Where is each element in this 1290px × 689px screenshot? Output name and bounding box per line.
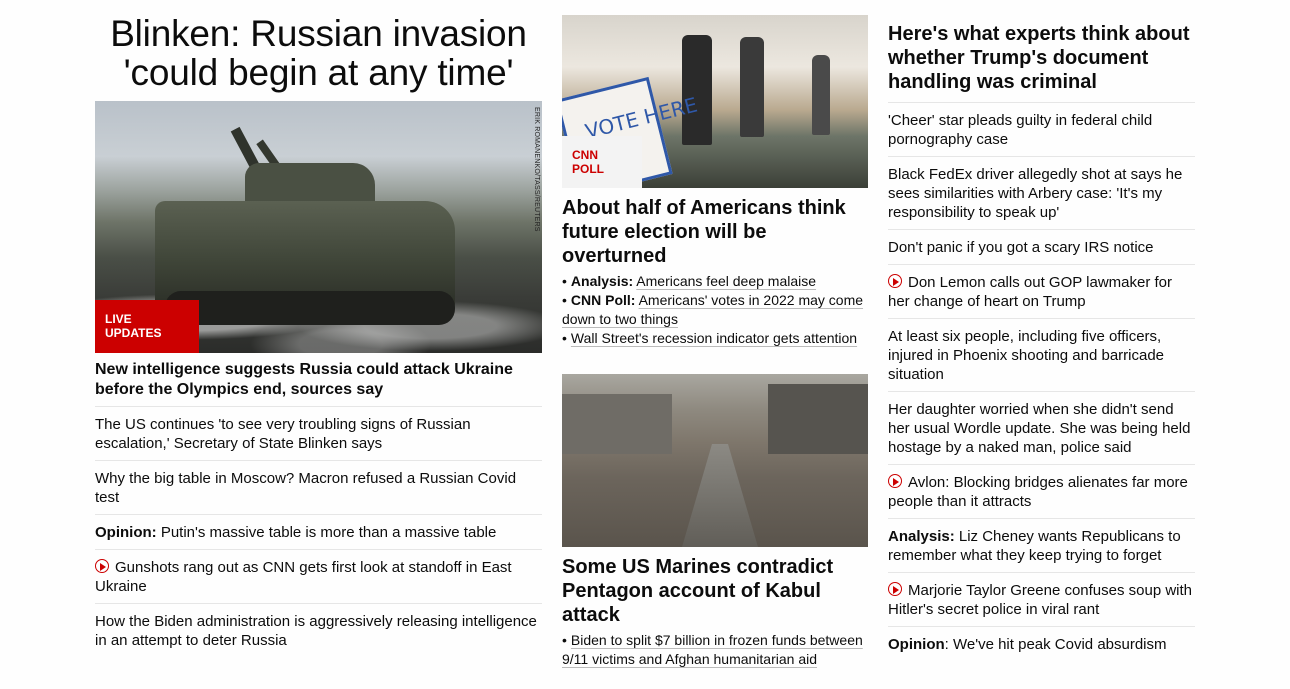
right-top-headline[interactable]: Here's what experts think about whether … [888,22,1195,103]
kabul-bullets: • Biden to split $7 billion in frozen fun… [562,631,868,669]
list-item[interactable]: Avlon: Blocking bridges alienates far mo… [888,465,1195,519]
list-item-text: Why the big table in Moscow? Macron refu… [95,470,517,506]
list-item[interactable]: Marjorie Taylor Greene confuses soup wit… [888,573,1195,627]
list-item-text: Gunshots rang out as CNN gets first look… [95,559,512,595]
list-item[interactable]: The US continues 'to see very troubling … [95,406,542,461]
list-item[interactable]: Opinion: We've hit peak Covid absurdism [888,627,1195,661]
list-item-text: Don Lemon calls out GOP lawmaker for her… [888,274,1173,310]
list-item-text: Marjorie Taylor Greene confuses soup wit… [888,582,1193,618]
building-right [768,384,868,454]
voter-silhouette [682,35,712,145]
middle-column: VOTE HERE CNN POLL About half of America… [562,0,868,669]
poll-image-voters[interactable]: VOTE HERE CNN POLL [562,15,868,188]
cnn-poll-badge[interactable]: CNN POLL [562,136,642,188]
play-circle-icon [888,474,902,488]
bullet-link[interactable]: Biden to split $7 billion in frozen fund… [562,632,863,667]
list-item[interactable]: At least six people, including five offi… [888,319,1195,392]
bullet-item[interactable]: • Analysis: Americans feel deep malaise [562,272,868,291]
play-circle-icon [888,582,902,596]
poll-bullets: • Analysis: Americans feel deep malaise •… [562,272,868,348]
list-item[interactable]: Why the big table in Moscow? Macron refu… [95,461,542,515]
list-item-text: Putin's massive table is more than a mas… [156,524,497,541]
canal [680,444,760,547]
voter-silhouette [740,37,764,137]
list-item-text: Black FedEx driver allegedly shot at say… [888,166,1183,221]
bullet-label: CNN Poll: [570,292,636,308]
list-item[interactable]: Black FedEx driver allegedly shot at say… [888,157,1195,230]
list-item[interactable]: Her daughter worried when she didn't sen… [888,392,1195,465]
left-column: Blinken: Russian invasion 'could begin a… [95,0,542,657]
list-item-text: 'Cheer' star pleads guilty in federal ch… [888,112,1153,148]
kabul-headline[interactable]: Some US Marines contradict Pentagon acco… [562,555,868,627]
list-item[interactable]: Analysis: Liz Cheney wants Republicans t… [888,519,1195,573]
bullet-label: Analysis: [570,273,634,289]
play-circle-icon [95,559,109,573]
hero-image-tank[interactable]: ERIK ROMANENKO/TASS/REUTERS LIVE UPDATES [95,101,542,353]
live-updates-badge[interactable]: LIVE UPDATES [95,300,199,353]
list-item-text: The US continues 'to see very troubling … [95,416,471,452]
play-circle-icon [888,274,902,288]
list-item-prefix: Opinion: [95,524,157,541]
building-left [562,394,672,454]
list-item[interactable]: Gunshots rang out as CNN gets first look… [95,550,542,604]
bullet-item[interactable]: • Wall Street's recession indicator gets … [562,329,868,348]
hero-headline[interactable]: Blinken: Russian invasion 'could begin a… [95,14,542,92]
main-headline[interactable]: New intelligence suggests Russia could a… [95,360,542,400]
list-item-text: How the Biden administration is aggressi… [95,613,537,649]
bullet-item[interactable]: • Biden to split $7 billion in frozen fun… [562,631,868,669]
list-item-prefix: Analysis: [888,528,955,545]
list-item-text: Avlon: Blocking bridges alienates far mo… [888,474,1188,510]
bullet-item[interactable]: • CNN Poll: Americans' votes in 2022 may … [562,291,868,329]
list-item-text: : We've hit peak Covid absurdism [944,636,1167,653]
poll-headline[interactable]: About half of Americans think future ele… [562,196,868,268]
list-item-text: At least six people, including five offi… [888,328,1165,383]
list-item[interactable]: Opinion: Putin's massive table is more t… [95,515,542,550]
list-item[interactable]: Don't panic if you got a scary IRS notic… [888,230,1195,265]
list-item[interactable]: How the Biden administration is aggressi… [95,604,542,657]
list-item-text: Her daughter worried when she didn't sen… [888,401,1191,456]
bullet-link[interactable]: Wall Street's recession indicator gets a… [571,330,857,346]
bullet-link[interactable]: Americans feel deep malaise [636,273,816,289]
right-column: Here's what experts think about whether … [888,0,1195,661]
list-item[interactable]: Don Lemon calls out GOP lawmaker for her… [888,265,1195,319]
list-item-text: Don't panic if you got a scary IRS notic… [888,239,1154,256]
image-credit: ERIK ROMANENKO/TASS/REUTERS [533,107,540,232]
voter-silhouette [812,55,830,135]
list-item[interactable]: 'Cheer' star pleads guilty in federal ch… [888,103,1195,157]
tank-track [165,291,455,325]
kabul-canal-image[interactable] [562,374,868,547]
list-item-prefix: Opinion [888,636,945,653]
